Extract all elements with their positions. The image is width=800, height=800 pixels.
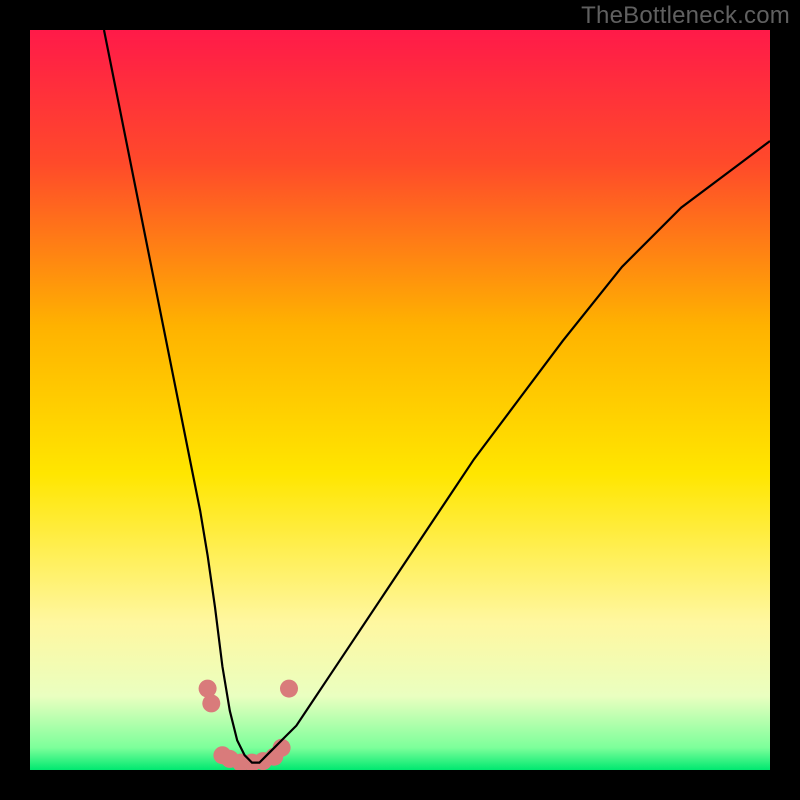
curve-layer	[30, 30, 770, 770]
marker-dot	[280, 680, 298, 698]
bottleneck-curve	[104, 30, 770, 763]
marker-dots	[199, 680, 298, 770]
plot-area	[30, 30, 770, 770]
chart-frame: TheBottleneck.com	[0, 0, 800, 800]
marker-dot	[202, 694, 220, 712]
watermark-text: TheBottleneck.com	[581, 2, 790, 30]
